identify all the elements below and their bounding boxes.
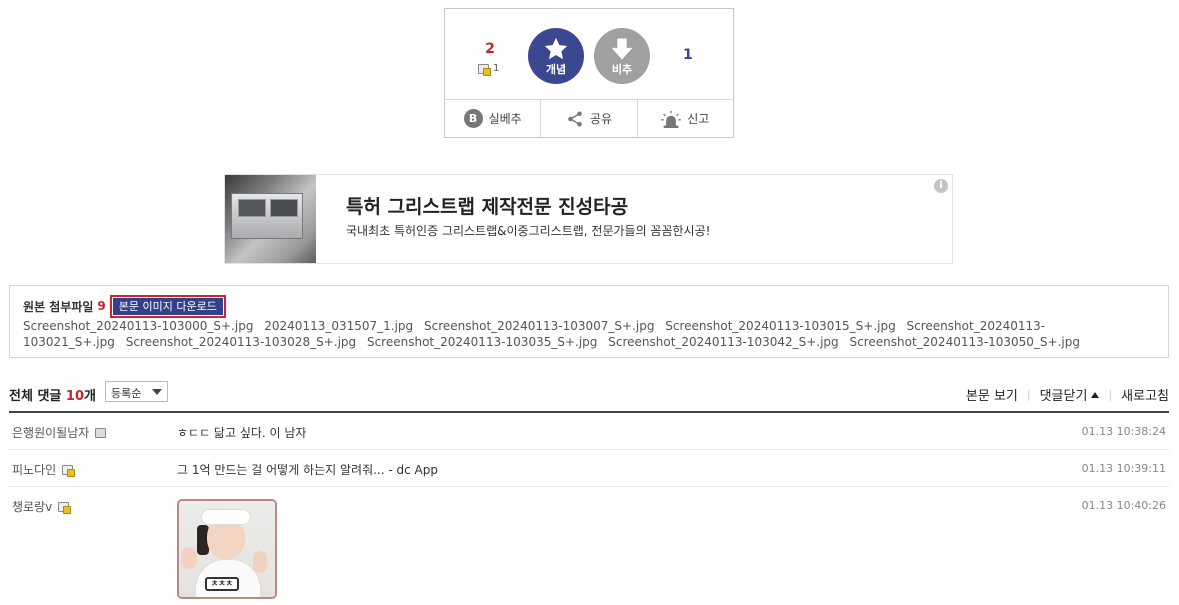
divider: | — [1026, 388, 1031, 401]
refresh-link[interactable]: 새로고침 — [1121, 385, 1169, 404]
close-comments-link[interactable]: 댓글닫기 — [1040, 385, 1100, 404]
sort-label: 등록순 — [111, 387, 142, 400]
comments-header: 전체 댓글 10개 등록순 본문 보기 | 댓글닫기 | 새로고침 — [9, 380, 1169, 408]
arrow-down-icon — [611, 38, 633, 60]
ad-image — [225, 175, 316, 263]
report-button[interactable]: 신고 — [638, 100, 733, 137]
comment-row: 챙로랑v ㅊㅊㅊ 01.13 10:40:26 — [9, 487, 1169, 605]
attachments-label: 원본 첨부파일 — [23, 299, 94, 314]
file-link[interactable]: Screenshot_20240113-103035_S+.jpg — [367, 335, 597, 349]
file-link[interactable]: Screenshot_20240113-103007_S+.jpg — [424, 319, 654, 333]
file-link[interactable]: Screenshot_20240113-103050_S+.jpg — [850, 335, 1080, 349]
file-list: Screenshot_20240113-103000_S+.jpg 202401… — [23, 318, 1123, 350]
recommend-top: 2 1 개념 비추 1 — [445, 9, 733, 100]
file-link[interactable]: Screenshot_20240113-103015_S+.jpg — [665, 319, 895, 333]
file-link[interactable]: 20240113_031507_1.jpg — [264, 319, 413, 333]
upvote-button[interactable]: 개념 — [528, 28, 584, 84]
downvote-count: 1 — [683, 47, 693, 63]
downvote-button[interactable]: 비추 — [594, 28, 650, 84]
caret-up-icon — [1091, 392, 1100, 398]
upvote-label: 개념 — [545, 63, 567, 76]
comment-nick[interactable]: 피노다인 — [12, 461, 76, 478]
comment-nick[interactable]: 챙로랑v — [12, 498, 72, 515]
comment-row: 피노다인 그 1억 만드는 걸 어떻게 하는지 알려줘... - dc App … — [9, 450, 1169, 487]
recommend-box: 2 1 개념 비추 1 B 실베추 공유 신고 — [444, 8, 734, 138]
recommend-actions: B 실베추 공유 신고 — [445, 100, 733, 137]
chevron-down-icon — [152, 389, 162, 395]
share-label: 공유 — [589, 112, 613, 126]
nick-label: 피노다인 — [12, 463, 57, 477]
comment-nick[interactable]: 은행원이될남자 — [12, 424, 107, 441]
comment-date: 01.13 10:39:11 — [1081, 462, 1166, 475]
info-icon[interactable]: i — [934, 179, 948, 193]
fixed-nick-icon — [478, 63, 491, 76]
nick-label: 챙로랑v — [12, 500, 53, 514]
report-label: 신고 — [687, 112, 710, 126]
fixed-nick-count: 1 — [493, 63, 500, 74]
close-comments-label: 댓글닫기 — [1039, 389, 1088, 404]
attachments-header: 원본 첨부파일 9 본문 이미지 다운로드 — [23, 294, 1168, 318]
file-link[interactable]: Screenshot_20240113-103000_S+.jpg — [23, 319, 253, 333]
comment-text: ㅎㄷㄷ 닮고 싶다. 이 남자 — [177, 426, 307, 440]
divider: | — [1108, 388, 1113, 401]
nick-icon — [95, 427, 107, 438]
share-icon — [568, 111, 582, 126]
comment-date: 01.13 10:38:24 — [1081, 425, 1166, 438]
comments-count: 10 — [65, 389, 84, 404]
attachments-count: 9 — [97, 299, 106, 313]
comment-row: 은행원이될남자 ㅎㄷㄷ 닮고 싶다. 이 남자 01.13 10:38:24 — [9, 413, 1169, 450]
siren-icon — [661, 110, 682, 128]
download-button-highlight: 본문 이미지 다운로드 — [109, 294, 226, 318]
best-recommend-label: 실베추 — [488, 112, 522, 126]
file-link[interactable]: Screenshot_20240113-103028_S+.jpg — [126, 335, 356, 349]
best-recommend-button[interactable]: B 실베추 — [445, 100, 542, 137]
ad-title: 특허 그리스트랩 제작전문 진성타공 — [346, 196, 629, 218]
comments-title-prefix: 전체 댓글 — [9, 389, 62, 404]
comment-date: 01.13 10:40:26 — [1081, 499, 1166, 512]
nick-label: 은행원이될남자 — [12, 426, 90, 440]
ad-description: 국내최초 특허인증 그리스트랩&이중그리스트랩, 전문가들의 꼼꼼한시공! — [346, 224, 711, 238]
dccon-image[interactable]: ㅊㅊㅊ — [177, 499, 277, 599]
star-icon — [544, 37, 568, 60]
sort-select[interactable]: 등록순 — [105, 381, 168, 402]
comments-title: 전체 댓글 10개 — [9, 385, 96, 404]
b-icon: B — [463, 109, 483, 128]
comments-controls: 본문 보기 | 댓글닫기 | 새로고침 — [966, 385, 1169, 404]
ad-banner[interactable]: 특허 그리스트랩 제작전문 진성타공 국내최초 특허인증 그리스트랩&이중그리스… — [224, 174, 953, 264]
file-link[interactable]: Screenshot_20240113-103042_S+.jpg — [608, 335, 838, 349]
share-button[interactable]: 공유 — [541, 100, 638, 137]
fixed-nick-icon — [58, 501, 72, 514]
comment-text: 그 1억 만드는 걸 어떻게 하는지 알려줘... - dc App — [177, 463, 438, 477]
upvote-count: 2 — [485, 41, 495, 57]
view-post-link[interactable]: 본문 보기 — [966, 385, 1018, 404]
downvote-label: 비추 — [611, 63, 633, 76]
attachments-box: 원본 첨부파일 9 본문 이미지 다운로드 Screenshot_2024011… — [9, 285, 1169, 358]
fixed-nick-recommend-count: 1 — [478, 63, 500, 76]
comments-count-suffix: 개 — [84, 389, 96, 404]
fixed-nick-icon — [62, 464, 76, 477]
image-download-button[interactable]: 본문 이미지 다운로드 — [112, 297, 223, 315]
